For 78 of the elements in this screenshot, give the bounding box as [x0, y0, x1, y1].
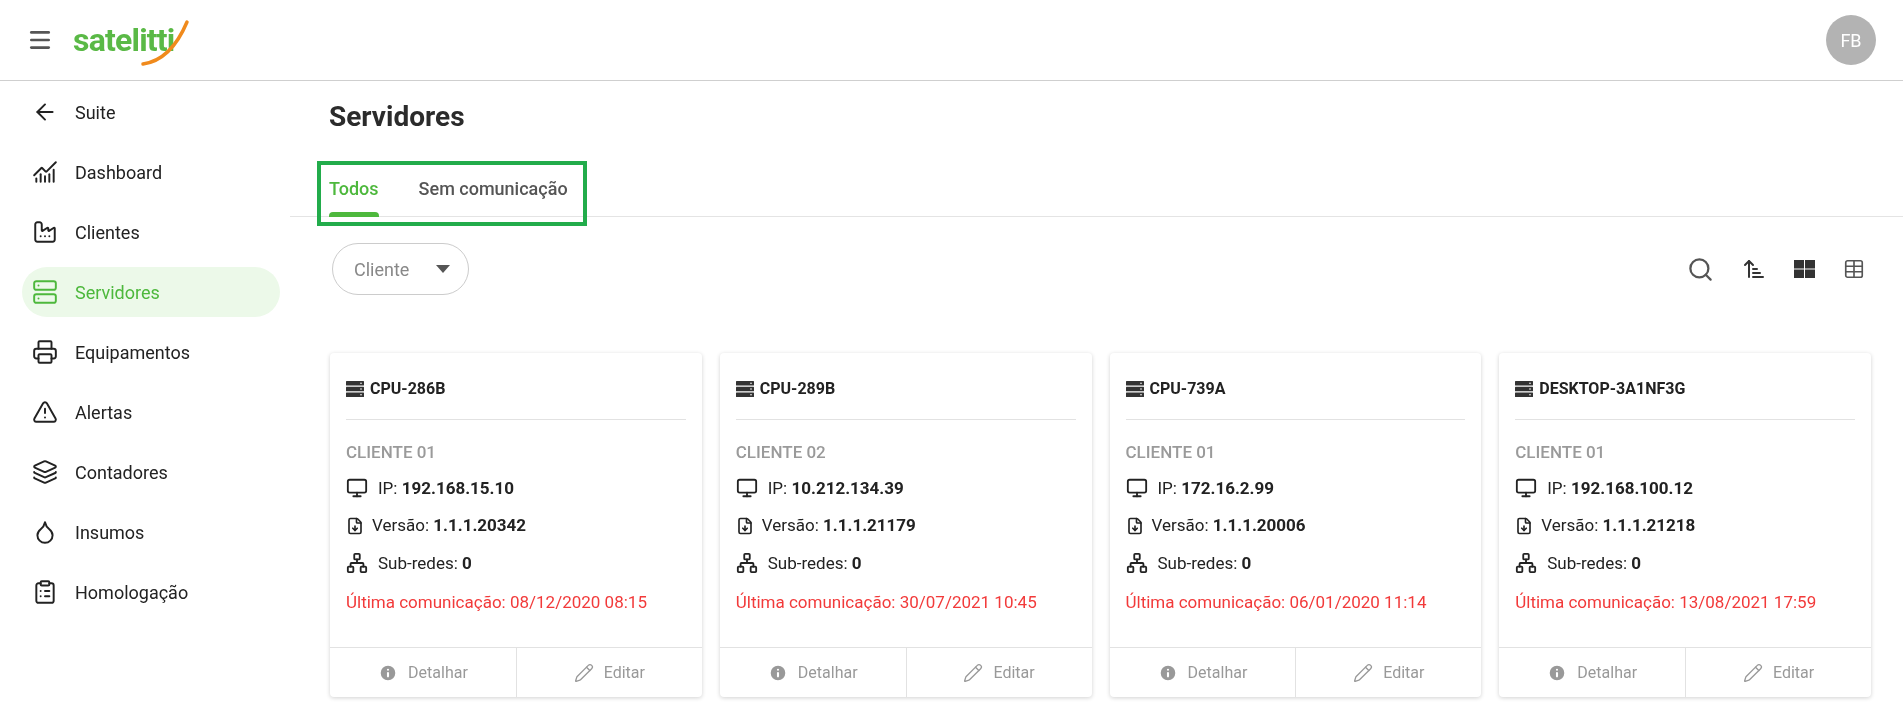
- layers-icon: [32, 459, 58, 485]
- info-icon: [767, 662, 788, 683]
- details-button[interactable]: Detalhar: [1499, 648, 1686, 697]
- last-communication: Última comunicação: 08/12/2020 08:15: [346, 591, 648, 614]
- network-icon: [735, 552, 758, 575]
- info-icon: [1547, 662, 1568, 683]
- sort-icon[interactable]: [1742, 257, 1766, 281]
- sidebar-item[interactable]: Contadores: [22, 447, 280, 497]
- clipboard-icon: [32, 579, 58, 605]
- network-icon: [346, 552, 368, 575]
- server-icon: [1125, 381, 1144, 397]
- sidebar-item[interactable]: Clientes: [22, 207, 280, 257]
- tab[interactable]: Todos: [329, 173, 379, 216]
- server-icon: [346, 381, 364, 397]
- server-icon: [32, 279, 58, 305]
- ip-text: IP: 192.168.15.10: [378, 476, 514, 500]
- network-icon: [1125, 552, 1148, 575]
- server-icon: [1515, 381, 1534, 397]
- pencil-icon: [963, 662, 984, 683]
- info-icon: [378, 662, 399, 683]
- tab[interactable]: Sem comunicação: [418, 173, 568, 216]
- server-icon: [735, 381, 754, 397]
- last-communication: Última comunicação: 30/07/2021 10:45: [735, 591, 1038, 614]
- version-text: Versão: 1.1.1.20006: [1151, 514, 1306, 537]
- subnets-text: Sub-redes: 0: [378, 551, 472, 575]
- server-name: CPU-739A: [1149, 378, 1226, 400]
- sidebar-item[interactable]: Alertas: [22, 387, 280, 437]
- edit-button[interactable]: Editar: [1685, 648, 1871, 697]
- logo: satelitti: [73, 16, 191, 64]
- monitor-icon: [1515, 477, 1538, 500]
- pencil-icon: [573, 662, 594, 683]
- ip-text: IP: 10.212.134.39: [767, 476, 904, 500]
- page-title: Servidores: [329, 103, 466, 131]
- sidebar-item[interactable]: Insumos: [22, 507, 280, 557]
- sidebar-item[interactable]: Servidores: [22, 267, 280, 317]
- sidebar-item[interactable]: Homologação: [22, 567, 280, 617]
- printer-icon: [32, 339, 58, 365]
- monitor-icon: [735, 477, 758, 500]
- subnets-text: Sub-redes: 0: [767, 551, 862, 575]
- network-icon: [1515, 552, 1538, 575]
- edit-button[interactable]: Editar: [515, 648, 702, 697]
- client-name: CLIENTE 02: [735, 441, 827, 464]
- client-name: CLIENTE 01: [1125, 441, 1217, 464]
- warning-icon: [32, 399, 58, 425]
- table-view-icon[interactable]: [1843, 258, 1865, 280]
- pencil-icon: [1353, 662, 1374, 683]
- client-name: CLIENTE 01: [1515, 441, 1607, 464]
- grid-view-icon[interactable]: [1794, 260, 1815, 278]
- subnets-text: Sub-redes: 0: [1157, 551, 1252, 575]
- client-name: CLIENTE 01: [346, 441, 438, 464]
- ip-text: IP: 192.168.100.12: [1547, 476, 1694, 500]
- version-text: Versão: 1.1.1.21179: [761, 514, 916, 537]
- last-communication: Última comunicação: 13/08/2021 17:59: [1515, 591, 1818, 614]
- avatar[interactable]: FB: [1826, 15, 1876, 65]
- search-icon[interactable]: [1687, 255, 1714, 283]
- edit-button[interactable]: Editar: [1295, 648, 1482, 697]
- details-button[interactable]: Detalhar: [719, 648, 906, 697]
- last-communication: Última comunicação: 06/01/2020 11:14: [1125, 591, 1428, 614]
- details-button[interactable]: Detalhar: [1109, 648, 1296, 697]
- sidebar-item[interactable]: Equipamentos: [22, 327, 280, 377]
- factory-icon: [32, 219, 58, 245]
- ip-text: IP: 172.16.2.99: [1157, 476, 1274, 500]
- caret-icon: [436, 265, 450, 273]
- monitor-icon: [346, 477, 368, 500]
- pencil-icon: [1742, 662, 1763, 683]
- monitor-icon: [1125, 477, 1148, 500]
- server-name: DESKTOP-3A1NF3G: [1539, 378, 1686, 400]
- chart-icon: [32, 159, 58, 185]
- subnets-text: Sub-redes: 0: [1547, 551, 1642, 575]
- edit-button[interactable]: Editar: [905, 648, 1092, 697]
- version-text: Versão: 1.1.1.21218: [1541, 514, 1696, 537]
- sidebar-item[interactable]: Suite: [22, 87, 280, 137]
- version-text: Versão: 1.1.1.20342: [372, 514, 527, 537]
- details-button[interactable]: Detalhar: [330, 648, 516, 697]
- server-name: CPU-286B: [370, 378, 446, 400]
- sidebar-item[interactable]: Dashboard: [22, 147, 280, 197]
- info-icon: [1157, 662, 1178, 683]
- server-name: CPU-289B: [759, 378, 836, 400]
